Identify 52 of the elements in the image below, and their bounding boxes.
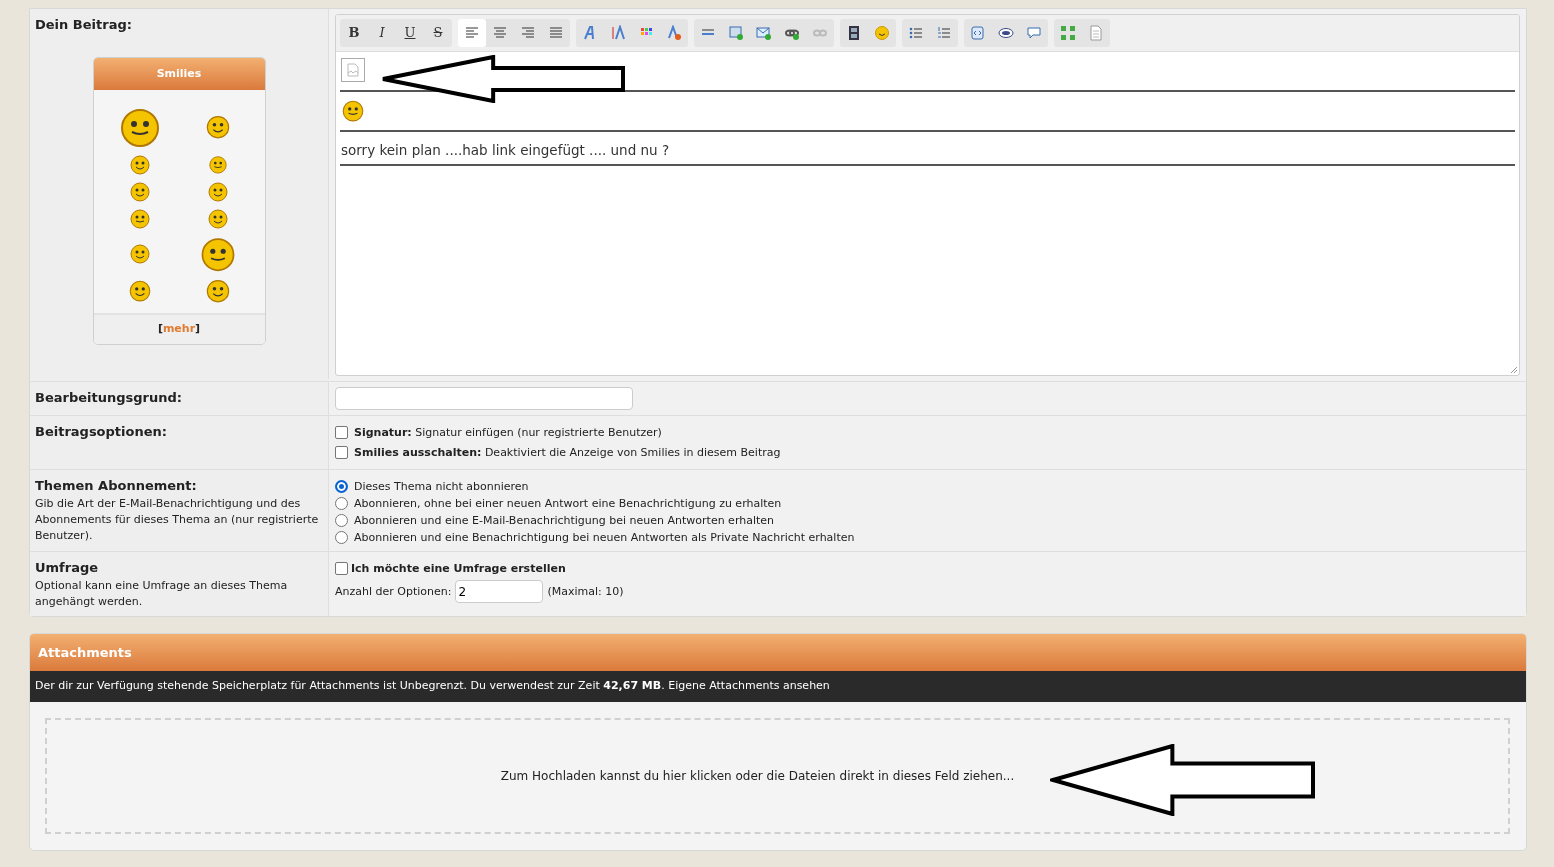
smiley-icon[interactable] xyxy=(206,180,229,202)
info-text: Der dir zur Verfügung stehende Speicherplatz für Attachments ist Unbegrenzt. Du verwendest zur Zeit 42,67 MB. Eigene Attachments ansehen xyxy=(35,679,830,692)
smiley-icon[interactable] xyxy=(206,207,229,229)
drop-zone[interactable]: Zum Hochladen kannst du hier klicken oder die Dateien direkt in dieses Feld ziehen... xyxy=(45,717,1510,834)
checkbox-label: Ich möchte eine Umfrage erstellen xyxy=(351,561,566,577)
radio-label: Abonnieren, ohne bei einer neuen Antwort eine Benachrichtigung zu erhalten xyxy=(354,496,782,512)
editor[interactable]: B I U S sorry kein plan ....hab link eingefügt .... und nu ? xyxy=(335,14,1520,376)
radio-label: Dieses Thema nicht abonnieren xyxy=(354,479,529,495)
field-description: Optional kann eine Umfrage an dieses Thema angehängt werden. xyxy=(35,577,289,610)
italic-button[interactable]: I xyxy=(368,19,396,47)
checkbox[interactable] xyxy=(335,426,348,439)
broken-image-icon xyxy=(341,58,365,82)
field-hint: (Maximal: 10) xyxy=(547,584,624,600)
bracket: ] xyxy=(195,322,201,335)
number-field[interactable]: 2 xyxy=(455,580,544,603)
bracket: [ xyxy=(157,322,163,335)
radio-label: Abonnieren und eine Benachrichtigung bei neuen Antworten als Private Nachricht erhalten xyxy=(354,530,855,546)
underline-button[interactable]: U xyxy=(396,19,424,47)
radio-button[interactable] xyxy=(335,497,348,510)
smiley-icon[interactable] xyxy=(204,277,231,303)
strike-button[interactable]: S xyxy=(424,19,452,47)
field-label: Beitragsoptionen: xyxy=(35,423,168,441)
smiley-icon[interactable] xyxy=(129,180,152,202)
checkbox[interactable] xyxy=(335,446,348,459)
message-text: sorry kein plan ....hab link eingefügt .... und nu ? xyxy=(341,142,670,158)
smiley-icon[interactable] xyxy=(129,242,152,264)
field-label: Umfrage xyxy=(35,559,100,577)
radio-button[interactable] xyxy=(335,514,348,527)
field-label: Bearbeitungsgrund: xyxy=(35,389,183,407)
smiley-icon[interactable] xyxy=(207,154,228,174)
smiley-icon[interactable] xyxy=(204,113,231,139)
resize-grip-icon[interactable] xyxy=(1510,366,1518,374)
smiley-icon[interactable] xyxy=(341,98,365,122)
radio-button[interactable] xyxy=(335,480,348,493)
field-label: Dein Beitrag: xyxy=(35,16,133,34)
smiley-icon[interactable] xyxy=(129,153,152,175)
panel-header: Smilies xyxy=(93,57,265,90)
radio-label: Abonnieren und eine E-Mail-Benachrichtigung bei neuen Antworten erhalten xyxy=(354,513,775,529)
smiley-icon[interactable] xyxy=(129,207,152,229)
field-label: Anzahl der Optionen: xyxy=(335,584,452,600)
checkbox[interactable] xyxy=(335,562,348,575)
field-description: Gib die Art der E-Mail-Benachrichtigung und des Abonnements für dieses Thema an (nur registrierte Benutzer). xyxy=(35,495,320,544)
bold-button[interactable]: B xyxy=(340,19,368,47)
drop-zone-text: Zum Hochladen kannst du hier klicken oder die Dateien direkt in dieses Feld ziehen... xyxy=(500,767,1015,785)
field-label: Themen Abonnement: xyxy=(35,477,198,495)
text-field[interactable] xyxy=(335,387,633,410)
smiley-icon[interactable] xyxy=(128,278,153,302)
radio-button[interactable] xyxy=(335,531,348,544)
align-left-icon[interactable] xyxy=(458,19,486,47)
panel-header: Attachments xyxy=(30,633,1526,671)
option-text: Signatur: Signatur einfügen (nur registrierte Benutzer) xyxy=(354,425,662,441)
option-text: Smilies ausschalten: Deaktiviert die Anzeige von Smilies in diesem Beitrag xyxy=(354,445,781,461)
